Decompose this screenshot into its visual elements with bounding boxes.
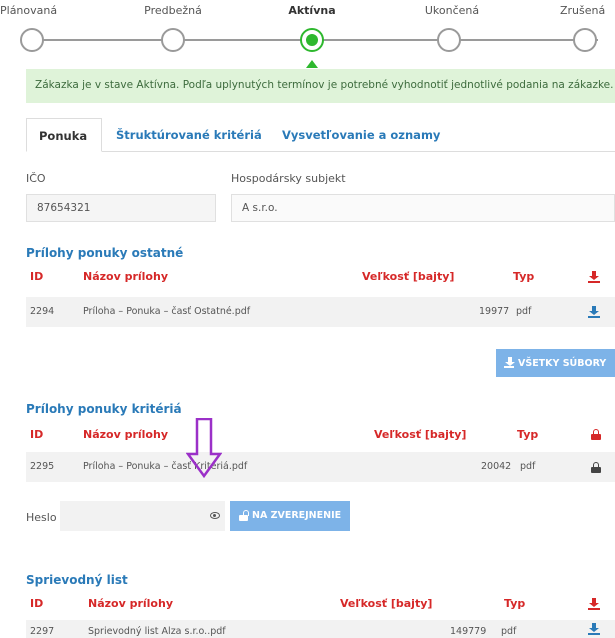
step-circle — [161, 28, 185, 52]
step-circle — [20, 28, 44, 52]
download-icon[interactable] — [588, 598, 600, 610]
col-id: ID — [30, 270, 44, 283]
publish-label: NA ZVEREJNENIE — [252, 510, 342, 521]
download-icon — [504, 357, 515, 368]
cell-type: pdf — [516, 306, 532, 317]
step-preliminary: Predbežná — [128, 4, 218, 52]
cell-size: 20042 — [481, 461, 512, 472]
table-row: 2294 Príloha – Ponuka – časť Ostatné.pdf… — [26, 297, 615, 327]
col-name: Názov prílohy — [83, 270, 168, 283]
cell-name[interactable]: Príloha – Ponuka – časť Ostatné.pdf — [83, 306, 250, 317]
annotation-arrow-icon — [186, 418, 222, 478]
download-icon[interactable] — [588, 623, 600, 635]
ico-label: IČO — [26, 172, 46, 185]
col-size: Veľkosť [bajty] — [340, 597, 433, 610]
download-all-button[interactable]: VŠETKY SÚBORY — [496, 349, 615, 377]
status-message: Zákazka je v stave Aktívna. Podľa uplynu… — [26, 69, 615, 103]
unlock-icon — [239, 510, 249, 521]
password-label: Heslo — [26, 511, 57, 524]
step-active: Aktívna — [267, 4, 357, 52]
cell-name[interactable]: Sprievodný list Alza s.r.o..pdf — [88, 626, 226, 637]
cell-id: 2295 — [30, 461, 55, 472]
cell-type: pdf — [501, 626, 517, 637]
tab-explanations[interactable]: Vysvetľovanie a oznamy — [270, 118, 452, 152]
table-header-cover: ID Názov prílohy Veľkosť [bajty] Typ — [26, 597, 615, 617]
lock-icon — [591, 429, 601, 440]
step-planned: Plánovaná — [0, 4, 82, 52]
subject-label: Hospodársky subjekt — [231, 172, 346, 185]
step-label: Plánovaná — [0, 4, 58, 17]
tab-bar: Ponuka Štruktúrované kritériá Vysvetľova… — [26, 118, 615, 152]
cell-size: 19977 — [479, 306, 510, 317]
section-title-other: Prílohy ponuky ostatné — [26, 246, 184, 260]
col-type: Typ — [504, 597, 526, 610]
step-label: Predbežná — [144, 4, 202, 17]
lock-icon — [591, 462, 601, 473]
cell-size: 149779 — [450, 626, 487, 637]
step-label: Aktívna — [288, 4, 336, 17]
section-title-criteria: Prílohy ponuky kritériá — [26, 402, 182, 416]
col-size: Veľkosť [bajty] — [374, 428, 467, 441]
col-name: Názov prílohy — [88, 597, 173, 610]
active-step-pointer — [306, 60, 318, 68]
table-header-other: ID Názov prílohy Veľkosť [bajty] Typ — [26, 270, 615, 290]
step-finished: Ukončená — [407, 4, 497, 52]
col-type: Typ — [513, 270, 535, 283]
col-name: Názov prílohy — [83, 428, 168, 441]
ico-field: 87654321 — [26, 194, 216, 222]
tab-offer[interactable]: Ponuka — [26, 118, 102, 152]
step-label: Ukončená — [424, 4, 480, 17]
table-row: 2295 Príloha – Ponuka – časť Kritériá.pd… — [26, 452, 615, 482]
subject-field: A s.r.o. — [231, 194, 615, 222]
tab-structured-criteria[interactable]: Štruktúrované kritériá — [104, 118, 274, 152]
col-id: ID — [30, 428, 44, 441]
download-all-label: VŠETKY SÚBORY — [518, 358, 607, 369]
step-circle — [300, 28, 324, 52]
step-circle — [573, 28, 597, 52]
cell-type: pdf — [520, 461, 536, 472]
publish-button[interactable]: NA ZVEREJNENIE — [230, 501, 350, 531]
step-circle — [437, 28, 461, 52]
cell-id: 2297 — [30, 626, 55, 637]
section-title-cover: Sprievodný list — [26, 573, 128, 587]
step-cancelled: Zrušená — [548, 4, 615, 52]
download-icon[interactable] — [588, 271, 600, 283]
cell-id: 2294 — [30, 306, 55, 317]
table-header-criteria: ID Názov prílohy Veľkosť [bajty] Typ — [26, 428, 615, 448]
download-icon[interactable] — [588, 306, 600, 318]
cell-name[interactable]: Príloha – Ponuka – časť Kritériá.pdf — [83, 461, 247, 472]
col-type: Typ — [517, 428, 539, 441]
step-label: Zrušená — [560, 4, 606, 17]
password-input[interactable] — [60, 501, 225, 531]
col-id: ID — [30, 597, 44, 610]
table-row: 2297 Sprievodný list Alza s.r.o..pdf 149… — [26, 620, 615, 638]
eye-icon[interactable] — [210, 512, 220, 519]
status-stepper: Plánovaná Predbežná Aktívna Ukončená Zru… — [0, 0, 615, 68]
col-size: Veľkosť [bajty] — [362, 270, 455, 283]
